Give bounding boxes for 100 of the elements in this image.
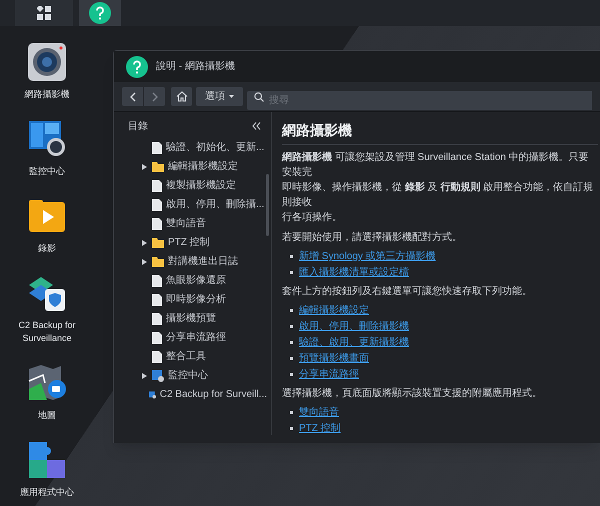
- bullet-icon: [290, 341, 293, 344]
- collapse-icon[interactable]: [252, 122, 261, 130]
- tree-item-label: 監控中心: [168, 368, 208, 383]
- tree-item[interactable]: 分享串流路徑: [114, 328, 271, 347]
- expand-arrow-icon[interactable]: [142, 372, 146, 378]
- tree-item-label: PTZ 控制: [168, 236, 210, 250]
- app-icon: [152, 370, 164, 382]
- tree-item-label: 啟用、停用、刪除攝...: [166, 198, 264, 212]
- folder-icon: [152, 162, 164, 172]
- desktop-icon-label: C2 Backup for Surveillance: [17, 319, 77, 345]
- help-link[interactable]: PTZ 控制: [299, 422, 341, 435]
- tree-item[interactable]: 雙向語音: [114, 214, 271, 233]
- expand-arrow-icon[interactable]: [142, 240, 146, 246]
- tree-item[interactable]: 啟用、停用、刪除攝...: [114, 195, 271, 214]
- sidebar-title: 目錄: [128, 120, 148, 134]
- content-heading: 網路攝影機: [282, 120, 598, 145]
- paragraph-line: 選擇攝影機，頁底面版將顯示該裝置支援的附屬應用程式。: [282, 386, 543, 401]
- bullet-icon: [290, 309, 293, 312]
- tree-item[interactable]: 驗證、初始化、更新...: [114, 138, 271, 157]
- desktop-shortcut[interactable]: 應用程式中心: [2, 440, 92, 499]
- desktop-shortcut[interactable]: 錄影: [2, 196, 92, 255]
- tree-item-label: 分享串流路徑: [166, 330, 226, 345]
- tree-item-label: C2 Backup for Surveill...: [160, 388, 267, 402]
- bullet-icon: [290, 411, 293, 414]
- paragraph-line: 網路攝影機 可讓您架設及管理 Surveillance Station 中的攝影機。只要安裝完: [282, 150, 590, 180]
- window-title: 說明 - 網路攝影機: [156, 60, 235, 74]
- help-link[interactable]: 驗證、啟用、更新攝影機: [299, 336, 409, 349]
- caret-icon: [229, 95, 234, 98]
- page-icon: [152, 312, 162, 324]
- tree-item[interactable]: 魚眼影像還原: [114, 271, 271, 290]
- desktop-shortcut[interactable]: C2 Backup for Surveillance: [2, 273, 92, 345]
- help-link[interactable]: 預覽攝影機畫面: [299, 352, 369, 365]
- paragraph-line: 套件上方的按鈕列及右鍵選單可讓您快速存取下列功能。: [282, 284, 533, 299]
- bullet-icon: [290, 325, 293, 328]
- page-icon: [152, 180, 162, 192]
- desktop-shortcut[interactable]: 地圖: [2, 363, 92, 422]
- desktop-icon-label: 網路攝影機: [24, 88, 70, 101]
- tree-item[interactable]: 監控中心: [114, 366, 271, 385]
- expand-arrow-icon[interactable]: [142, 258, 146, 264]
- paragraph-line: 若要開始使用，請選擇攝影機配對方式。: [282, 230, 463, 245]
- bullet-icon: [290, 271, 293, 274]
- help-link[interactable]: 雙向語音: [299, 406, 339, 419]
- page-icon: [152, 198, 162, 210]
- puzzle-icon: [27, 440, 67, 480]
- chevron-left-icon: [130, 92, 136, 102]
- page-icon: [152, 350, 162, 362]
- home-icon: [176, 91, 188, 102]
- expand-arrow-icon[interactable]: [142, 164, 146, 170]
- tree-item-label: 雙向語音: [166, 216, 206, 231]
- desktop-icon-label: 地圖: [37, 409, 57, 422]
- app-icon: [148, 388, 156, 400]
- help-icon: [89, 2, 111, 24]
- paragraph-line: 行各項操作。: [282, 211, 343, 225]
- bullet-icon: [290, 427, 293, 430]
- folder-icon: [152, 256, 164, 266]
- home-button[interactable]: [171, 87, 192, 106]
- scrollbar[interactable]: [266, 174, 269, 236]
- tree-item[interactable]: PTZ 控制: [114, 233, 271, 252]
- tree-item[interactable]: 對講機進出日誌: [114, 252, 271, 271]
- taskbar-button[interactable]: [15, 0, 73, 26]
- tree-item[interactable]: 編輯攝影機設定: [114, 157, 271, 176]
- tree-item[interactable]: 整合工具: [114, 347, 271, 366]
- search-icon: [254, 92, 264, 102]
- tree-item[interactable]: C2 Backup for Surveill...: [114, 385, 271, 404]
- tree-item[interactable]: 攝影機預覽: [114, 309, 271, 328]
- paragraph-line: 即時影像、操作攝影機，從 錄影 及 行動規則 啟用整合功能，依自訂規則接收: [282, 180, 594, 210]
- help-link[interactable]: 編輯攝影機設定: [299, 304, 369, 317]
- help-link[interactable]: 分享串流路徑: [299, 368, 359, 381]
- tree-item-label: 編輯攝影機設定: [168, 160, 238, 174]
- map-app-icon: [27, 363, 67, 403]
- options-dropdown[interactable]: 選項: [196, 87, 243, 106]
- desktop-shortcut[interactable]: 網路攝影機: [2, 42, 92, 101]
- camera-app-icon: [27, 42, 67, 82]
- tree-item-label: 複製攝影機設定: [166, 178, 236, 193]
- folder-icon: [152, 238, 164, 248]
- bullet-icon: [290, 357, 293, 360]
- help-link[interactable]: 匯入攝影機清單或設定檔: [299, 266, 409, 279]
- tree-item-label: 魚眼影像還原: [166, 274, 226, 288]
- tree-item-label: 即時影像分析: [166, 292, 226, 307]
- tree-item[interactable]: 即時影像分析: [114, 290, 271, 309]
- bullet-icon: [290, 255, 293, 258]
- grid-icon: [37, 6, 51, 20]
- page-icon: [152, 218, 162, 230]
- page-icon: [152, 332, 162, 344]
- tree-item[interactable]: 複製攝影機設定: [114, 176, 271, 195]
- monitor-app-icon: [27, 119, 67, 159]
- taskbar-button[interactable]: [79, 0, 121, 26]
- page-icon: [152, 142, 162, 154]
- desktop-icon-label: 應用程式中心: [19, 486, 75, 499]
- tree-item-label: 整合工具: [166, 350, 206, 364]
- tree-item-label: 攝影機預覽: [166, 312, 216, 326]
- bullet-icon: [290, 373, 293, 376]
- back-button[interactable]: [122, 87, 143, 106]
- help-icon: [126, 56, 148, 78]
- desktop-icon-label: 錄影: [37, 242, 57, 255]
- page-icon: [152, 274, 162, 286]
- help-link[interactable]: 啟用、停用、刪除攝影機: [299, 320, 409, 333]
- desktop-shortcut[interactable]: 監控中心: [2, 119, 92, 178]
- chevron-right-icon: [152, 92, 158, 102]
- help-link[interactable]: 新增 Synology 或第三方攝影機: [299, 250, 436, 263]
